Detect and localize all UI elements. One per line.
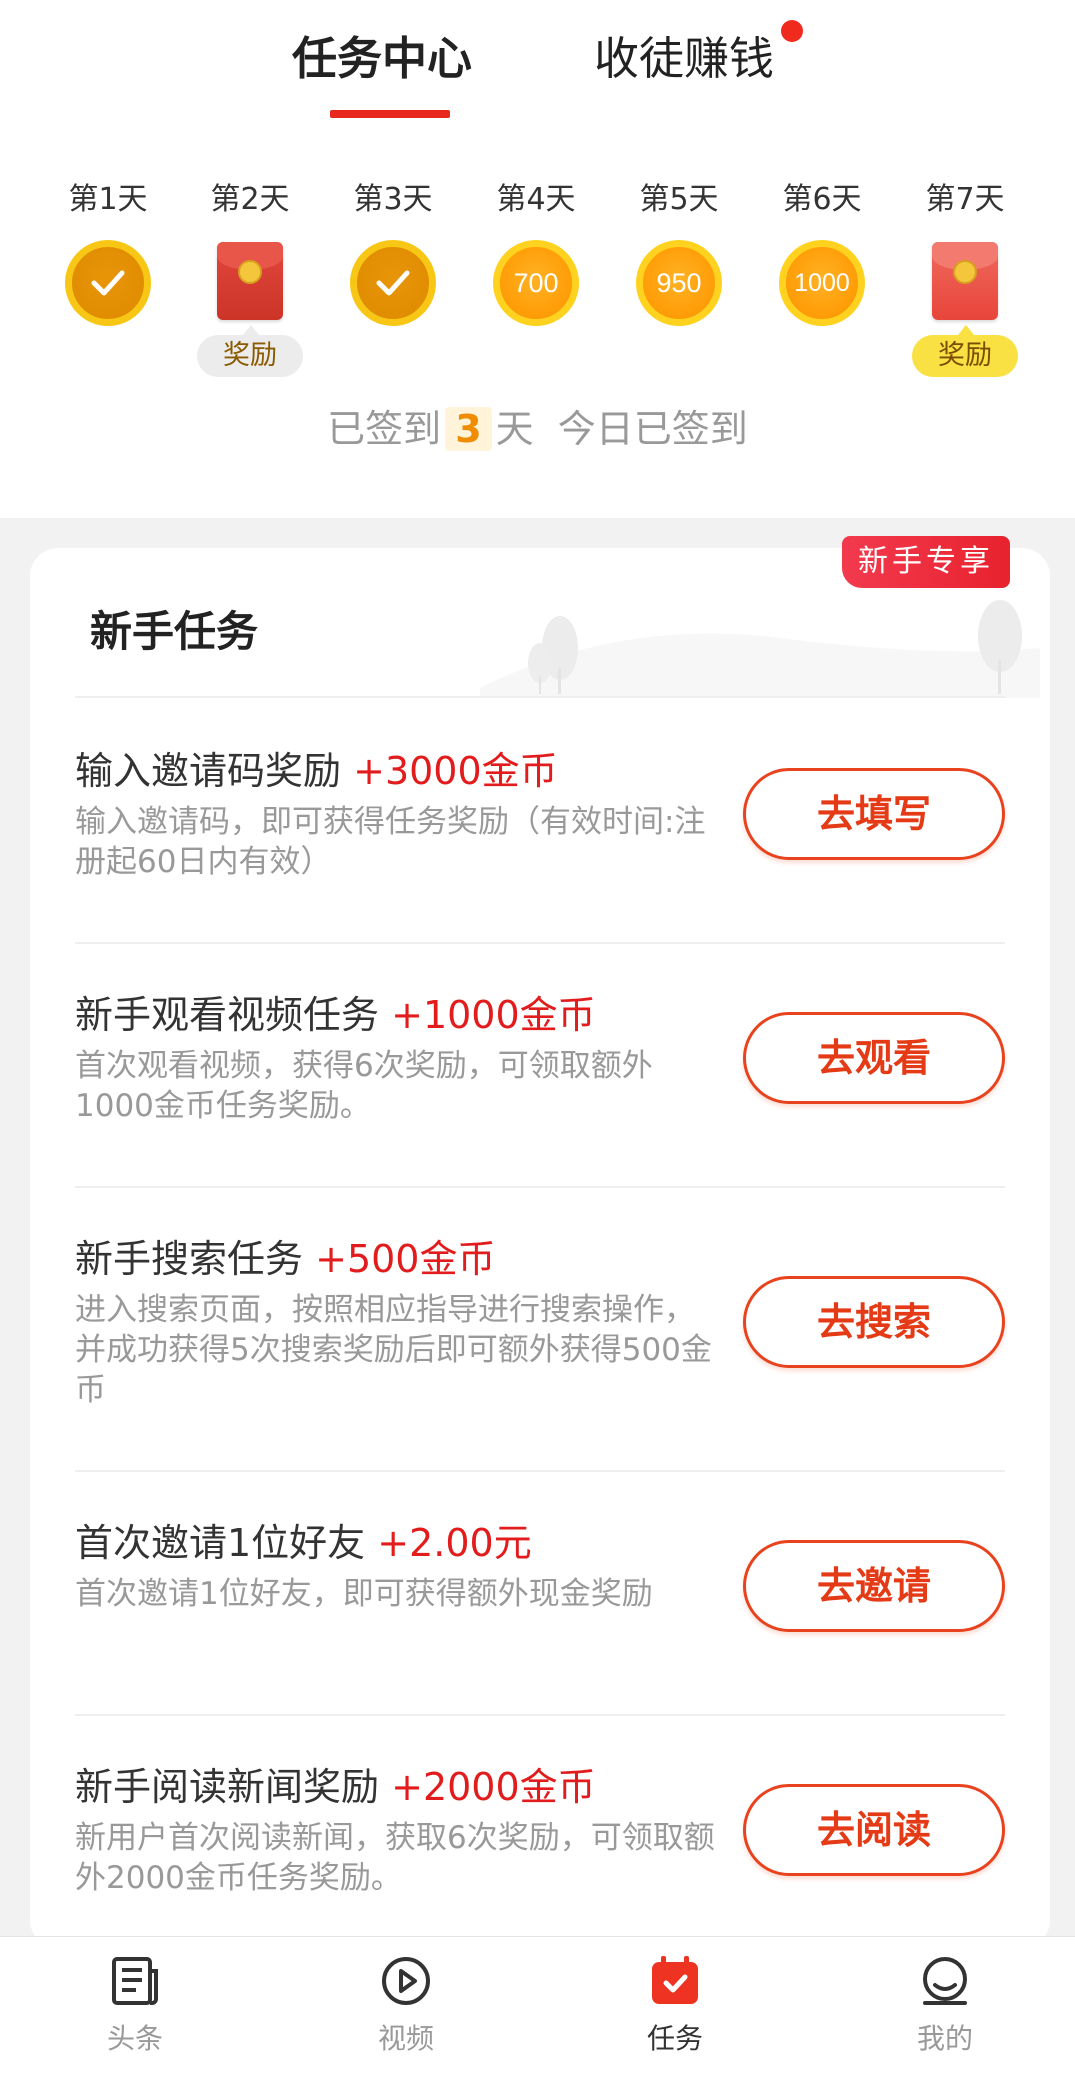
fill-in-button[interactable]: 去填写 — [743, 768, 1005, 860]
day-label: 第7天 — [925, 182, 1005, 217]
coin-value: 1000 — [779, 240, 865, 326]
checkin-day-2[interactable]: 第2天 — [195, 180, 305, 320]
task-title: 新手搜索任务 — [75, 1237, 304, 1281]
checkin-day-5[interactable]: 第5天 950 — [624, 180, 734, 326]
newbie-exclusive-badge: 新手专享 — [842, 536, 1010, 588]
nav-label: 我的 — [916, 2022, 973, 2055]
watch-button[interactable]: 去观看 — [743, 1012, 1005, 1104]
read-button[interactable]: 去阅读 — [743, 1784, 1005, 1876]
calendar-check-icon — [652, 1956, 698, 2004]
task-title: 新手阅读新闻奖励 — [75, 1765, 380, 1809]
divider — [75, 1470, 1005, 1472]
card-title: 新手任务 — [90, 607, 259, 656]
checkin-day-6[interactable]: 第6天 1000 — [767, 180, 877, 326]
checkin-day-7[interactable]: 第7天 — [910, 180, 1020, 320]
checkin-day-1[interactable]: 第1天 — [53, 180, 163, 326]
newbie-task-card: 新手专享 新手任务 输入邀请码奖励 +3000金币 输入邀请码，即可获得任务奖励… — [30, 536, 1050, 1948]
checkmark-coin-icon — [65, 240, 151, 326]
task-item-search: 新手搜索任务 +500金币 进入搜索页面，按照相应指导进行搜索操作，并成功获得5… — [75, 1232, 1005, 1410]
task-description: 首次邀请1位好友，即可获得额外现金奖励 — [75, 1576, 653, 1612]
reward-label-day-7: 奖励 — [912, 325, 1018, 377]
divider — [75, 696, 1005, 698]
reward-label-day-2: 奖励 — [197, 325, 303, 377]
signin-prefix: 已签到 — [327, 407, 442, 451]
search-button[interactable]: 去搜索 — [743, 1276, 1005, 1368]
top-panel: 任务中心 收徒赚钱 第1天 第2天 奖励 第3天 第4天 700 第5天 950… — [0, 0, 1075, 518]
notification-dot — [781, 20, 803, 42]
task-reward: +2000金币 — [391, 1765, 596, 1809]
checkin-calendar: 第1天 第2天 奖励 第3天 第4天 700 第5天 950 第6天 1000 … — [0, 180, 1075, 380]
task-title: 输入邀请码奖励 — [75, 749, 342, 793]
task-description: 输入邀请码，即可获得任务奖励（有效时间:注册起60日内有效） — [75, 804, 706, 880]
play-icon — [382, 1957, 430, 2005]
active-tab-indicator — [330, 110, 450, 118]
red-envelope-icon — [932, 242, 998, 320]
day-label: 第5天 — [639, 182, 719, 217]
day-label: 第4天 — [496, 182, 576, 217]
tab-task-center[interactable]: 任务中心 — [292, 24, 472, 94]
checkin-day-3[interactable]: 第3天 — [338, 180, 448, 326]
task-title: 新手观看视频任务 — [75, 993, 380, 1037]
trees-decoration-icon — [480, 600, 1040, 698]
news-icon — [112, 1957, 158, 2005]
checkin-day-4[interactable]: 第4天 700 — [481, 180, 591, 326]
task-item-read-news: 新手阅读新闻奖励 +2000金币 新用户首次阅读新闻，获取6次奖励，可领取额外2… — [75, 1760, 1005, 1898]
signin-count: 3 — [445, 407, 492, 451]
task-reward: +3000金币 — [353, 749, 558, 793]
tab-bar: 任务中心 收徒赚钱 — [0, 0, 1075, 130]
day-label: 第2天 — [210, 182, 290, 217]
bottom-nav: 头条 视频 任务 我的 — [0, 1936, 1075, 2079]
checkmark-coin-icon — [350, 240, 436, 326]
day-label: 第3天 — [353, 182, 433, 217]
nav-item-me[interactable]: 我的 — [875, 1953, 1015, 2057]
coin-value: 700 — [493, 240, 579, 326]
divider — [75, 1186, 1005, 1188]
nav-item-video[interactable]: 视频 — [336, 1953, 476, 2057]
day-label: 第6天 — [782, 182, 862, 217]
signin-suffix: 天 今日已签到 — [495, 407, 748, 451]
task-description: 新用户首次阅读新闻，获取6次奖励，可领取额外2000金币任务奖励。 — [75, 1820, 715, 1896]
day-label: 第1天 — [68, 182, 148, 217]
user-icon — [923, 1957, 967, 2005]
tab-recruit-earn[interactable]: 收徒赚钱 — [594, 24, 774, 94]
nav-label: 头条 — [106, 2022, 163, 2055]
nav-item-headlines[interactable]: 头条 — [65, 1953, 205, 2057]
task-reward: +500金币 — [315, 1237, 496, 1281]
task-item-invite-code: 输入邀请码奖励 +3000金币 输入邀请码，即可获得任务奖励（有效时间:注册起6… — [75, 744, 1005, 882]
task-description: 进入搜索页面，按照相应指导进行搜索操作，并成功获得5次搜索奖励后即可额外获得50… — [75, 1292, 712, 1408]
task-reward: +1000金币 — [391, 993, 596, 1037]
invite-button[interactable]: 去邀请 — [743, 1540, 1005, 1632]
divider — [75, 942, 1005, 944]
divider — [75, 1714, 1005, 1716]
red-envelope-icon — [217, 242, 283, 320]
nav-label: 任务 — [646, 2022, 703, 2055]
task-item-watch-video: 新手观看视频任务 +1000金币 首次观看视频，获得6次奖励，可领取额外1000… — [75, 988, 1005, 1126]
task-title: 首次邀请1位好友 — [75, 1521, 366, 1565]
task-item-invite-friend: 首次邀请1位好友 +2.00元 首次邀请1位好友，即可获得额外现金奖励 去邀请 — [75, 1516, 1005, 1632]
coin-value: 950 — [636, 240, 722, 326]
signin-status: 已签到 3 天 今日已签到 — [0, 398, 1075, 453]
nav-item-tasks[interactable]: 任务 — [605, 1953, 745, 2057]
task-reward: +2.00元 — [377, 1521, 532, 1565]
task-description: 首次观看视频，获得6次奖励，可领取额外1000金币任务奖励。 — [75, 1048, 653, 1124]
nav-label: 视频 — [377, 2022, 434, 2055]
